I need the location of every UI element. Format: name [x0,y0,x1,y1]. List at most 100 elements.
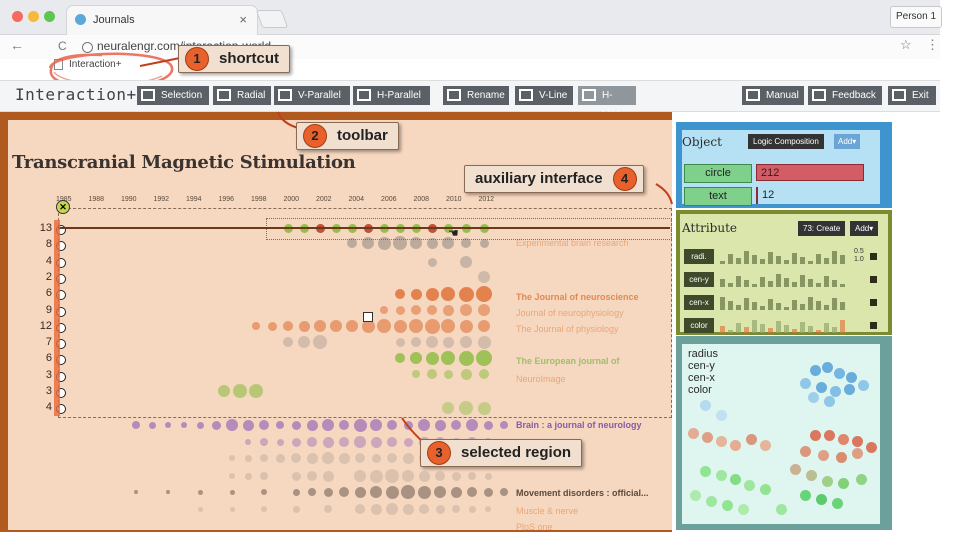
scatter-point[interactable] [836,452,847,463]
histogram-bar [824,305,829,310]
scatter-point[interactable] [702,432,713,443]
scatter-point[interactable] [800,378,811,389]
scatter-point[interactable] [722,500,733,511]
histogram-bar [752,255,757,264]
callout-text: shortcut [219,50,279,67]
object-count-circle: 212 [756,164,864,181]
histogram-bar [840,302,845,310]
histogram-bar [728,330,733,333]
histogram-bar [792,329,797,333]
scatter-point[interactable] [852,436,863,447]
histogram-bar [728,283,733,287]
histogram-bar [840,255,845,264]
attribute-panel-title: Attribute [682,221,738,235]
scatter-point[interactable] [816,494,827,505]
attribute-add-button[interactable]: Add▾ [850,221,879,236]
scatter-point[interactable] [808,392,819,403]
histogram-bar [808,261,813,264]
scatter-point[interactable] [776,504,787,515]
histogram-bar [792,300,797,310]
scatter-point[interactable] [706,496,717,507]
attribute-cen-x[interactable]: cen-x [684,295,714,310]
attribute-toggle-icon[interactable] [870,253,877,260]
scatter-point[interactable] [856,474,867,485]
scatter-point[interactable] [700,400,711,411]
histogram-bar [784,278,789,287]
attribute-toggle-icon[interactable] [870,322,877,329]
scatter-point[interactable] [830,386,841,397]
attribute-cen-y[interactable]: cen-y [684,272,714,287]
scatter-point[interactable] [846,372,857,383]
histogram-bar [832,327,837,333]
histogram-bar [728,254,733,264]
scatter-point[interactable] [730,440,741,451]
scatter-point[interactable] [744,480,755,491]
attribute-color[interactable]: color [684,318,714,333]
scatter-point[interactable] [800,446,811,457]
scatter-point[interactable] [824,396,835,407]
histogram-bar [832,280,837,287]
histogram-bar [824,323,829,333]
scatter-point[interactable] [822,362,833,373]
histogram-bar [768,252,773,264]
attribute-toggle-icon[interactable] [870,276,877,283]
scatter-point[interactable] [858,380,869,391]
histogram-bar [720,261,725,264]
scatter-point[interactable] [834,368,845,379]
object-row-circle[interactable]: circle [684,164,752,183]
histogram-bar [800,304,805,310]
attribute-radius[interactable]: radi. [684,249,714,264]
scatter-point[interactable] [818,450,829,461]
scatter-point[interactable] [800,490,811,501]
scatter-point[interactable] [866,442,877,453]
scatter-point[interactable] [838,434,849,445]
callout-shortcut: 1 shortcut [178,45,290,73]
legend-entry: color [688,384,712,396]
scatter-point[interactable] [844,384,855,395]
scatter-point[interactable] [730,474,741,485]
scatter-point[interactable] [810,365,821,376]
object-add-button[interactable]: Add▾ [834,134,861,149]
callout-auxiliary-interface: auxiliary interface 4 [464,165,644,193]
scatter-point[interactable] [716,436,727,447]
histogram-bar [736,258,741,264]
scatter-point[interactable] [760,440,771,451]
scatter-point[interactable] [760,484,771,495]
scatter-point[interactable] [824,430,835,441]
scatter-point[interactable] [832,498,843,509]
scatter-point[interactable] [688,428,699,439]
callout-text: auxiliary interface [475,170,603,187]
histogram-bar [808,297,813,310]
scatter-point[interactable] [716,470,727,481]
attribute-create-button[interactable]: 73: Create [798,221,846,236]
scatter-point[interactable] [852,448,863,459]
histogram-bar [824,258,829,264]
object-row-text[interactable]: text [684,187,752,206]
histogram-bar [752,320,757,333]
histogram-bar [744,251,749,264]
scatter-point[interactable] [838,478,849,489]
histogram-bar [792,282,797,287]
scatter-point[interactable] [806,470,817,481]
histogram-bar [752,284,757,287]
histogram-bar [728,301,733,310]
scatter-point[interactable] [716,410,727,421]
histogram-bar [800,275,805,287]
histogram-bar [744,280,749,287]
scatter-point[interactable] [700,466,711,477]
histogram-bar [760,259,765,264]
histogram-bar [760,324,765,333]
scatter-point[interactable] [738,504,749,515]
histogram-bar [800,257,805,264]
histogram-bar [720,326,725,333]
attribute-toggle-icon[interactable] [870,299,877,306]
scatter-point[interactable] [810,430,821,441]
scatter-point[interactable] [746,434,757,445]
scatter-point[interactable] [816,382,827,393]
histogram-bar [768,328,773,333]
histogram-bar [816,330,821,333]
scatter-point[interactable] [690,490,701,501]
logic-composition-button[interactable]: Logic Composition [748,134,824,149]
scatter-point[interactable] [790,464,801,475]
scatter-point[interactable] [822,476,833,487]
